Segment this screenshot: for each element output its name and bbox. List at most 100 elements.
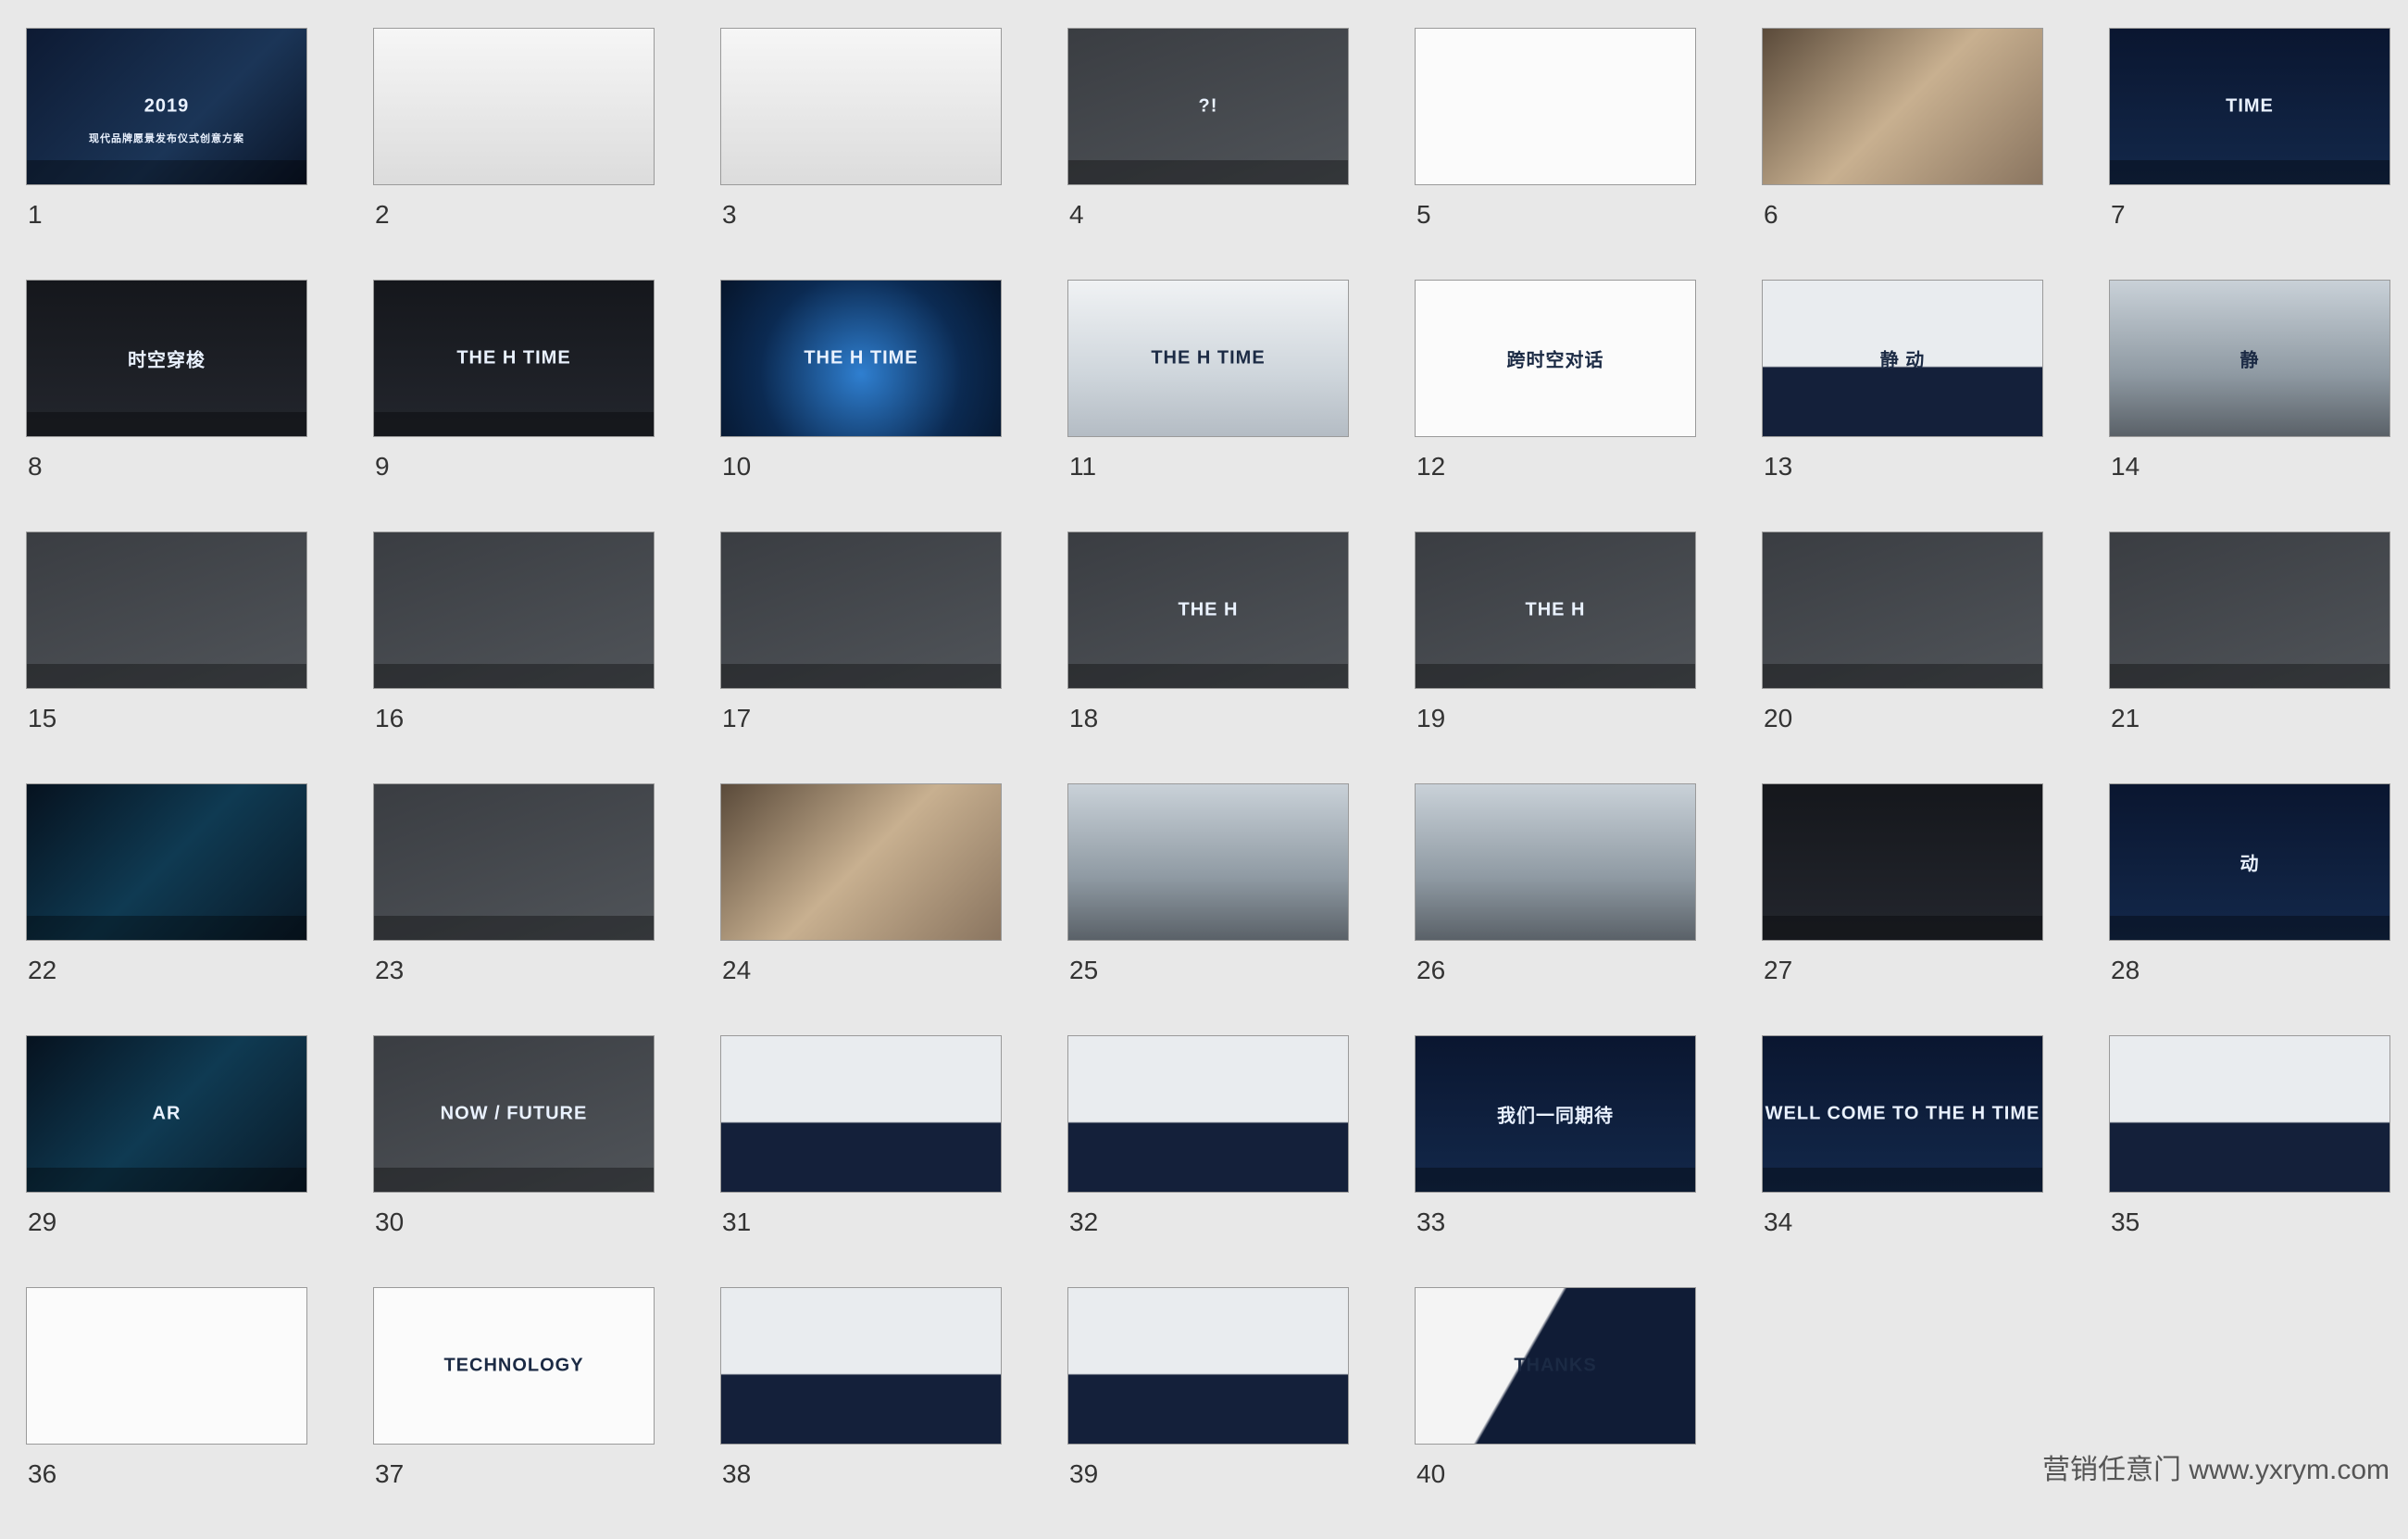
slide-cell: 3 [720,28,1002,280]
slide-caption-bar [374,412,654,436]
slide-thumbnail[interactable] [373,28,655,185]
slide-cell: 我们一同期待 33 [1415,1035,1696,1287]
slide-thumbnail[interactable] [720,783,1002,941]
slide-caption-bar [1763,916,2042,940]
slide-thumbnail[interactable] [373,783,655,941]
slide-cell: THE H 19 [1415,532,1696,783]
slide-thumbnail[interactable] [373,532,655,689]
slide-thumbnail[interactable] [1067,1287,1349,1445]
slide-number: 8 [28,452,43,481]
slide-cell: 22 [26,783,307,1035]
slide-thumbnail[interactable] [26,532,307,689]
slide-caption-bar [1416,664,1695,688]
slide-number: 36 [28,1459,57,1488]
slide-caption-bar [27,412,306,436]
slide-cell: 2019 现代品牌愿景发布仪式创意方案 1 [26,28,307,280]
slide-thumbnail[interactable]: WELL COME TO THE H TIME [1762,1035,2043,1193]
slide-number: 34 [1764,1207,1793,1236]
slide-thumbnail[interactable]: THE H TIME [373,280,655,437]
slide-number: 27 [1764,956,1793,984]
slide-caption-bar [721,664,1001,688]
slide-title: THE H [1178,599,1239,620]
slide-thumbnail[interactable] [2109,1035,2390,1193]
slide-thumbnail[interactable] [2109,532,2390,689]
slide-cell: THE H TIME 10 [720,280,1002,532]
slide-thumbnail[interactable] [26,783,307,941]
slide-number: 35 [2111,1207,2140,1236]
slide-thumbnail[interactable]: 动 [2109,783,2390,941]
slide-title: 跨时空对话 [1506,350,1604,371]
slide-number: 31 [722,1207,752,1236]
slide-number: 15 [28,704,57,732]
slide-thumbnail[interactable]: AR [26,1035,307,1193]
slide-thumbnail[interactable]: 跨时空对话 [1415,280,1696,437]
slide-title: NOW / FUTURE [440,1103,588,1124]
slide-number: 38 [722,1459,752,1488]
slide-thumbnail[interactable]: TIME [2109,28,2390,185]
slide-number: 14 [2111,452,2140,481]
slide-thumbnail[interactable]: NOW / FUTURE [373,1035,655,1193]
slide-caption-bar [374,1168,654,1192]
slide-number: 7 [2111,200,2126,229]
slide-number: 11 [1069,452,1097,481]
slide-title: 动 [2240,854,2260,875]
slide-title: 静 动 [1879,350,1926,371]
slide-thumbnail[interactable]: THE H [1415,532,1696,689]
slide-cell: NOW / FUTURE 30 [373,1035,655,1287]
slide-cell: 17 [720,532,1002,783]
slide-thumbnail[interactable] [1762,783,2043,941]
slide-caption-bar [374,664,654,688]
slide-caption-bar [2110,916,2389,940]
slide-thumbnail[interactable]: 时空穿梭 [26,280,307,437]
slide-number: 9 [375,452,390,481]
slide-thumbnail[interactable]: THE H TIME [720,280,1002,437]
slide-thumbnail[interactable] [720,1035,1002,1193]
slide-thumbnail[interactable] [1762,28,2043,185]
slide-thumbnail[interactable]: ?! [1067,28,1349,185]
slide-thumbnail[interactable] [1067,783,1349,941]
slide-thumbnail[interactable] [26,1287,307,1445]
slide-thumbnail[interactable] [720,1287,1002,1445]
slide-cell: 27 [1762,783,2043,1035]
slide-number: 18 [1069,704,1099,732]
slide-cell: TIME 7 [2109,28,2390,280]
slide-title: THANKS [1514,1355,1597,1376]
slide-caption-bar [27,160,306,184]
slide-title: THE H [1525,599,1586,620]
slide-number: 6 [1764,200,1778,229]
slide-thumbnail[interactable]: 静 动 [1762,280,2043,437]
slide-caption-bar [27,664,306,688]
slide-caption-bar [374,916,654,940]
slide-cell: 20 [1762,532,2043,783]
slide-thumbnail[interactable]: THE H TIME [1067,280,1349,437]
slide-thumbnail[interactable] [1762,532,2043,689]
slide-number: 25 [1069,956,1099,984]
slide-number: 22 [28,956,57,984]
slide-thumbnail[interactable]: TECHNOLOGY [373,1287,655,1445]
slide-number: 33 [1416,1207,1446,1236]
slide-cell: 时空穿梭 8 [26,280,307,532]
slide-thumbnail[interactable]: 静 [2109,280,2390,437]
slide-thumbnail[interactable] [720,28,1002,185]
slide-cell: ?! 4 [1067,28,1349,280]
slide-thumbnail[interactable] [720,532,1002,689]
slide-cell: 39 [1067,1287,1349,1539]
slide-thumbnail[interactable] [1415,28,1696,185]
slide-thumbnail[interactable]: 我们一同期待 [1415,1035,1696,1193]
slide-thumbnail[interactable]: THANKS [1415,1287,1696,1445]
slide-cell: 15 [26,532,307,783]
slide-sorter-grid: 2019 现代品牌愿景发布仪式创意方案 1 2 3?! 4 5 6 TIME 7 时空穿梭 8 THE … [26,28,2390,1539]
slide-caption-bar [1068,160,1348,184]
slide-thumbnail[interactable]: 2019 现代品牌愿景发布仪式创意方案 [26,28,307,185]
slide-number: 28 [2111,956,2140,984]
slide-thumbnail[interactable]: THE H [1067,532,1349,689]
slide-cell: TECHNOLOGY 37 [373,1287,655,1539]
slide-caption-bar [27,1168,306,1192]
slide-thumbnail[interactable] [1067,1035,1349,1193]
slide-title: WELL COME TO THE H TIME [1765,1103,2040,1124]
watermark: 营销任意门 www.yxrym.com [2037,1445,2395,1489]
slide-cell: 35 [2109,1035,2390,1287]
slide-thumbnail[interactable] [1415,783,1696,941]
slide-number: 40 [1416,1459,1446,1488]
slide-cell: 跨时空对话 12 [1415,280,1696,532]
